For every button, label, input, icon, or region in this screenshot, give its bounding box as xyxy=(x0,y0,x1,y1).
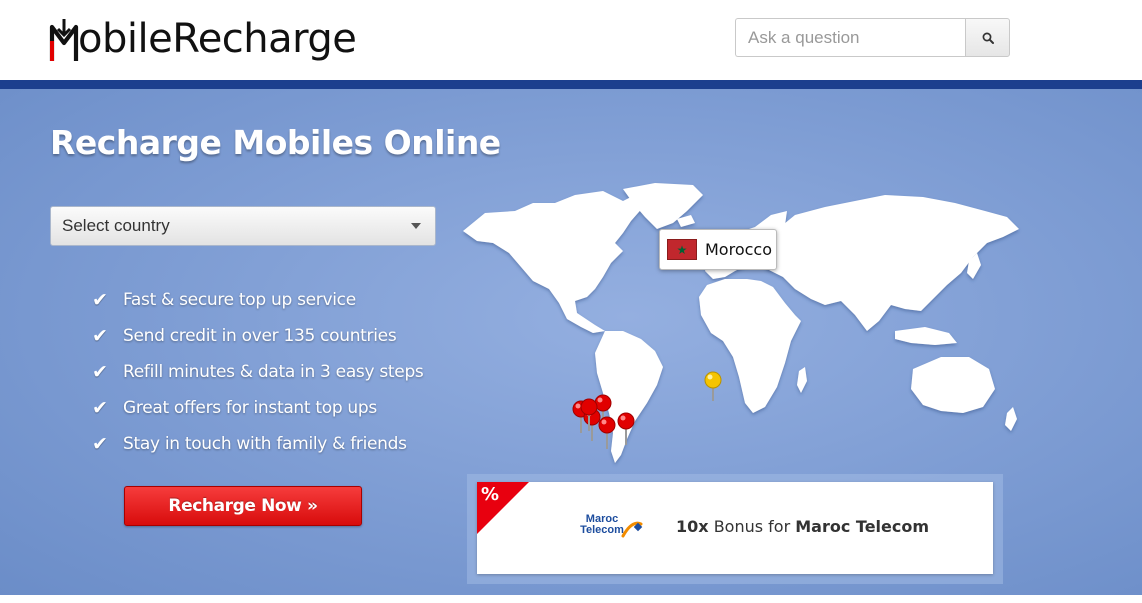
feature-text: Refill minutes & data in 3 easy steps xyxy=(123,362,424,382)
promo-multiplier: 10x xyxy=(676,517,709,536)
check-icon: ✔ xyxy=(92,361,108,383)
check-icon: ✔ xyxy=(92,397,108,419)
feature-text: Great offers for instant top ups xyxy=(123,398,377,418)
country-select-value: Select country xyxy=(62,216,170,235)
promo-text: 10x Bonus for Maroc Telecom xyxy=(676,517,929,536)
percent-icon: % xyxy=(481,484,500,505)
search-bar xyxy=(735,18,1010,57)
tooltip-country: Morocco xyxy=(705,240,772,259)
feature-list: ✔ Fast & secure top up service ✔ Send cred… xyxy=(92,282,424,462)
morocco-flag-icon: ★ xyxy=(667,239,697,260)
feature-text: Fast & secure top up service xyxy=(123,290,356,310)
list-item: ✔ Fast & secure top up service xyxy=(92,282,424,318)
continents xyxy=(463,183,1019,463)
promo-card[interactable]: % Maroc Telecom 10x Bonus for Maroc Tele… xyxy=(477,482,993,574)
list-item: ✔ Send credit in over 135 countries xyxy=(92,318,424,354)
maroc-telecom-logo: Maroc Telecom xyxy=(577,512,647,544)
promo-operator: Maroc Telecom xyxy=(795,517,930,536)
map-tooltip: ★ Morocco xyxy=(659,229,777,270)
list-item: ✔ Great offers for instant top ups xyxy=(92,390,424,426)
check-icon: ✔ xyxy=(92,289,108,311)
hero-title: Recharge Mobiles Online xyxy=(50,123,501,162)
country-select[interactable]: Select country xyxy=(50,206,436,246)
feature-text: Stay in touch with family & friends xyxy=(123,434,407,454)
check-icon: ✔ xyxy=(92,433,108,455)
search-input[interactable] xyxy=(735,18,965,57)
logo-mark-icon xyxy=(49,19,79,61)
logo-text: obileRecharge xyxy=(78,16,357,62)
promo-description: Bonus for xyxy=(713,517,791,536)
check-icon: ✔ xyxy=(92,325,108,347)
world-map[interactable] xyxy=(455,181,1025,471)
operator-logo-icon xyxy=(621,521,643,538)
list-item: ✔ Stay in touch with family & friends xyxy=(92,426,424,462)
header-divider xyxy=(0,80,1142,89)
operator-logo-text: Maroc Telecom xyxy=(580,513,624,536)
chevron-down-icon xyxy=(411,223,421,229)
list-item: ✔ Refill minutes & data in 3 easy steps xyxy=(92,354,424,390)
search-icon xyxy=(982,32,994,44)
logo[interactable]: obileRecharge xyxy=(48,8,357,70)
hero-bottom-strip xyxy=(0,595,1142,603)
site-header: obileRecharge xyxy=(0,0,1142,80)
search-button[interactable] xyxy=(965,18,1010,57)
feature-text: Send credit in over 135 countries xyxy=(123,326,397,346)
recharge-now-button[interactable]: Recharge Now » xyxy=(124,486,362,526)
map-pin-selected[interactable] xyxy=(704,371,722,401)
